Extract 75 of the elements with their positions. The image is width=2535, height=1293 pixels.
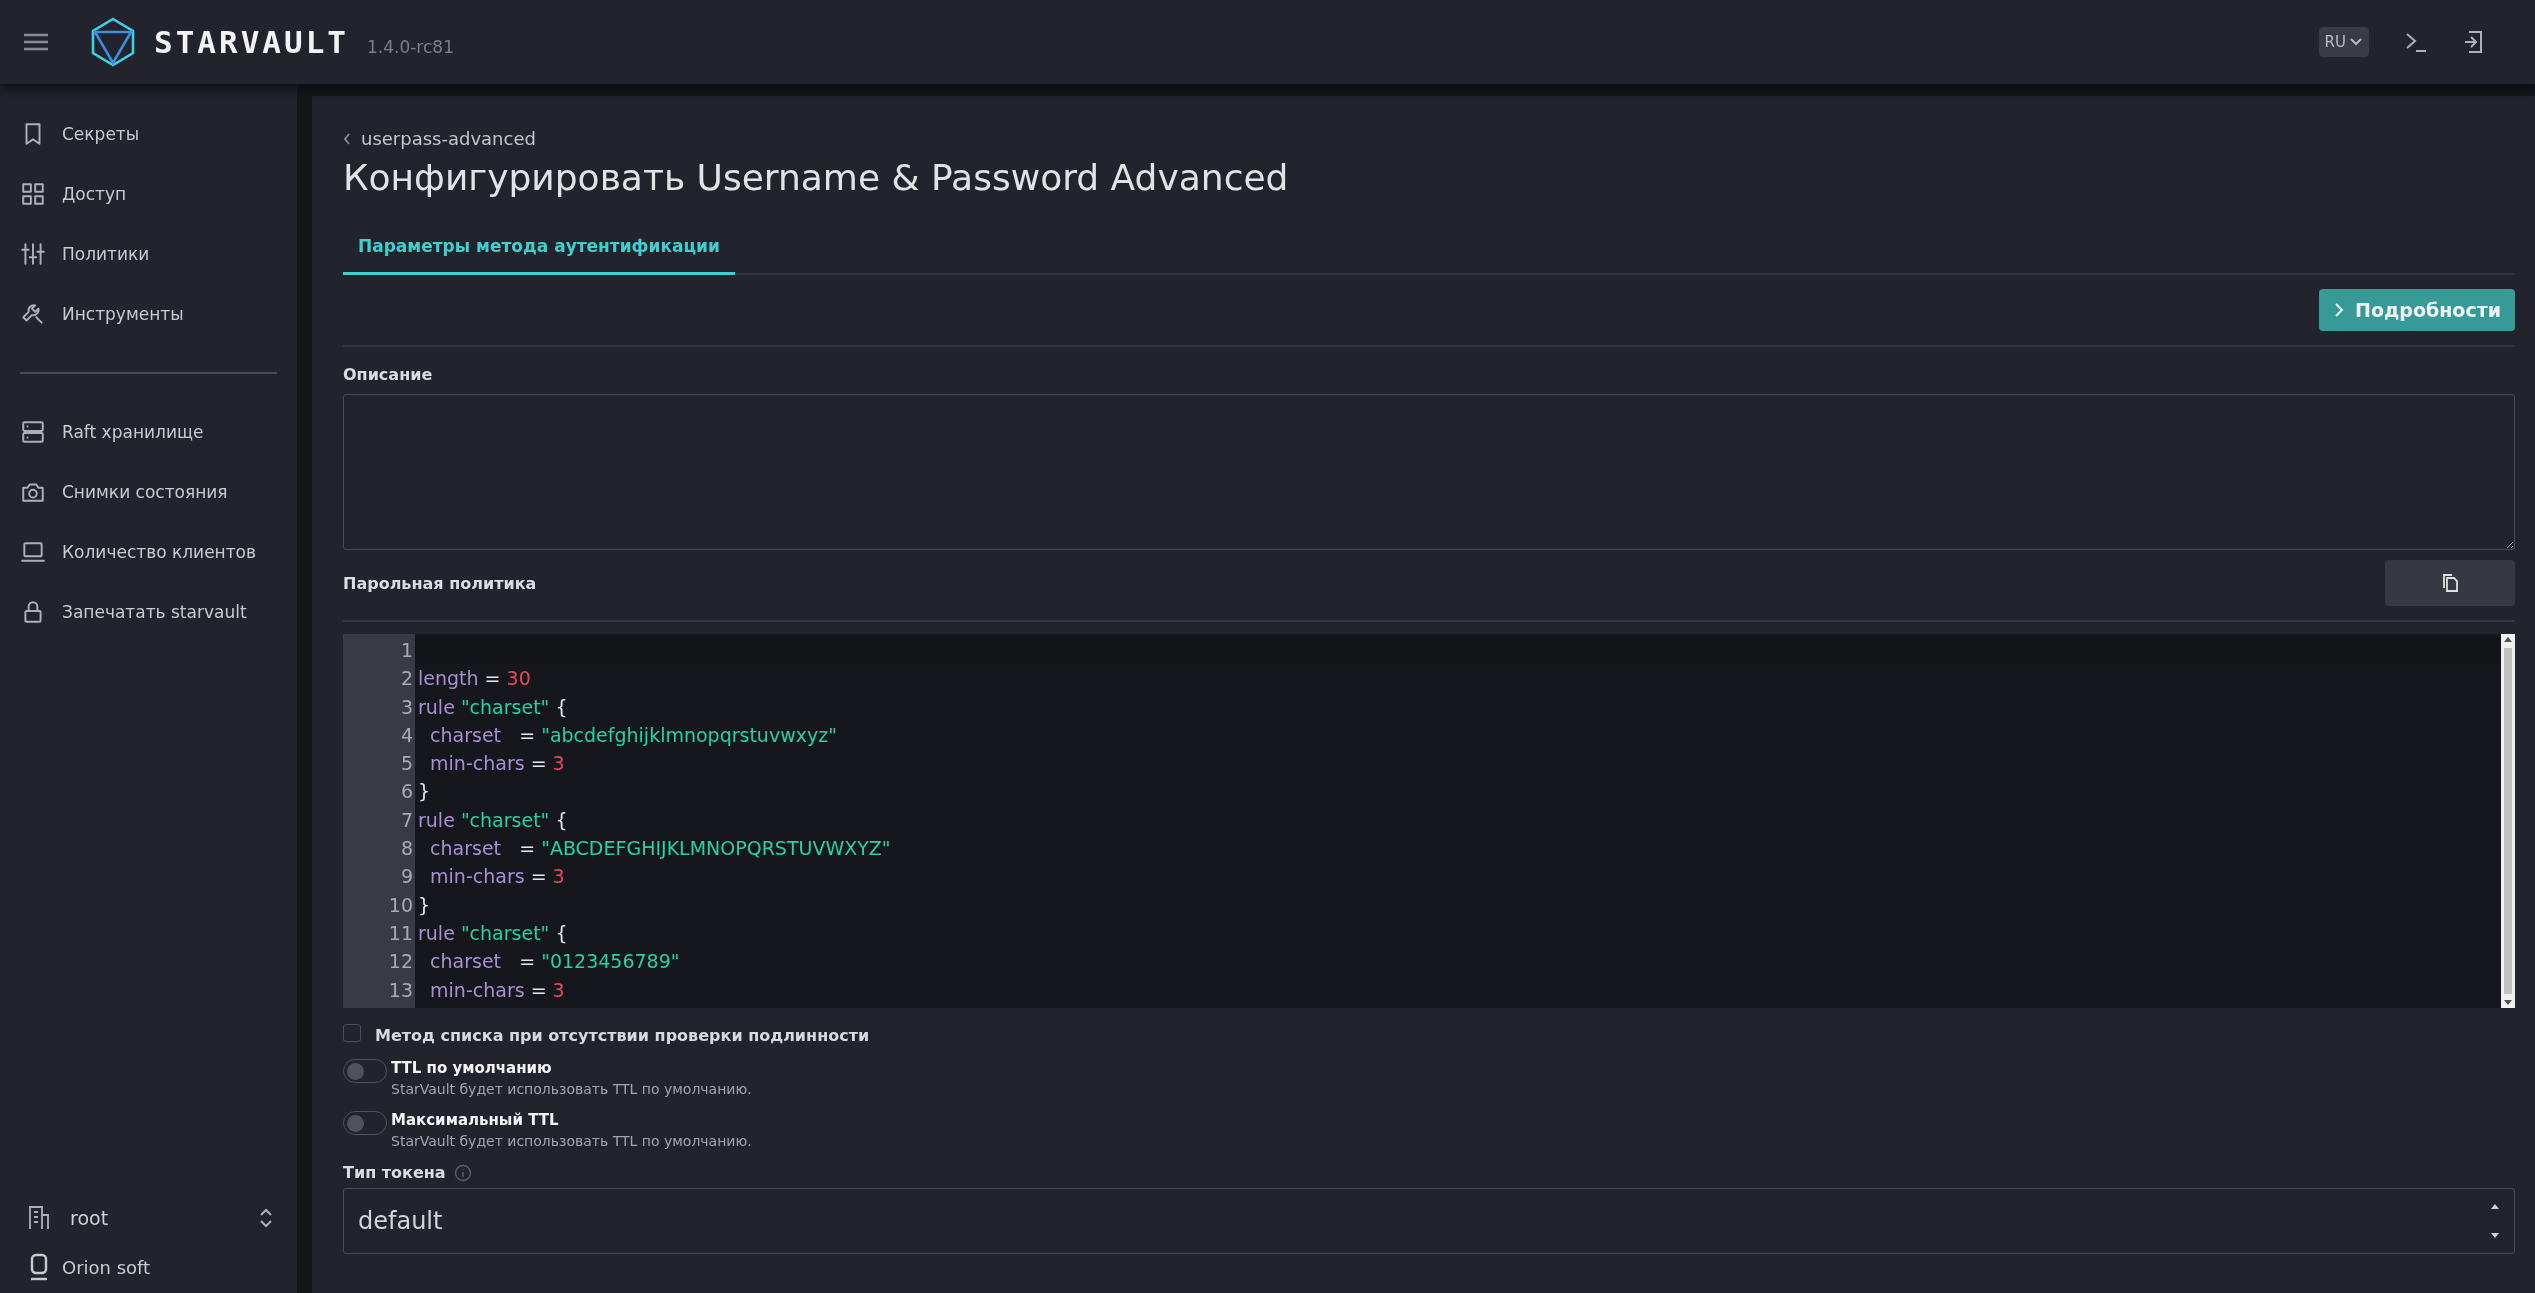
line-number: 10	[387, 892, 414, 918]
field-label: Парольная политика	[343, 573, 537, 593]
line-number: 1	[399, 638, 414, 663]
code-line: rule "charset" {	[417, 920, 569, 946]
language-select[interactable]: RU	[2318, 27, 2369, 57]
sidebar-item[interactable]: Секреты	[0, 104, 297, 164]
sidebar-item[interactable]: Запечатать starvault	[0, 582, 297, 642]
field-label: Тип токена	[343, 1163, 446, 1182]
brand-name: STARVAULT	[154, 24, 349, 60]
line-number: 13	[387, 977, 414, 1003]
line-number: 5	[399, 751, 414, 777]
info-icon	[453, 1163, 472, 1182]
organization-icon	[28, 1253, 50, 1281]
code-line: min-chars = 3	[429, 977, 566, 1003]
line-number: 3	[399, 694, 414, 720]
line-number: 6	[399, 779, 414, 805]
token-type-select[interactable]: default	[343, 1188, 2515, 1254]
scrollbar[interactable]	[2501, 634, 2515, 1008]
organization-name: Orion soft	[62, 1256, 151, 1278]
version-label: 1.4.0-rc81	[367, 37, 454, 57]
sidebar-item[interactable]: Инструменты	[0, 284, 297, 344]
grid-icon	[20, 181, 46, 207]
line-number: 9	[399, 864, 414, 890]
code-line: length = 30	[417, 666, 532, 692]
line-number: 7	[399, 807, 414, 833]
line-number: 4	[399, 722, 414, 748]
namespace-selector[interactable]: root	[28, 1205, 273, 1231]
toggle-switch[interactable]	[343, 1059, 387, 1083]
toggle-label: TTL по умолчанию	[391, 1059, 553, 1077]
chevron-left-icon	[343, 132, 351, 145]
sidebar-item[interactable]: Доступ	[0, 164, 297, 224]
tab[interactable]: Параметры метода аутентификации	[343, 222, 735, 275]
copy-button[interactable]	[2385, 560, 2515, 606]
code-line: min-chars = 3	[429, 864, 566, 890]
laptop-icon	[20, 539, 46, 565]
toggle-switch[interactable]	[343, 1111, 387, 1135]
sidebar-item[interactable]: Количество клиентов	[0, 522, 297, 582]
scroll-up-icon[interactable]	[2504, 636, 2512, 642]
code-line: }	[417, 892, 432, 918]
code-line: charset = "0123456789"	[429, 949, 681, 975]
server-icon	[20, 419, 46, 445]
menu-icon[interactable]	[22, 32, 50, 52]
code-line: }	[417, 779, 432, 805]
terminal-icon[interactable]	[2405, 31, 2427, 53]
line-number: 11	[387, 920, 414, 946]
field-label: Описание	[343, 365, 434, 384]
line-number: 8	[399, 836, 414, 862]
sidebar-item[interactable]: Политики	[0, 224, 297, 284]
sliders-icon	[20, 241, 46, 267]
page-title: Конфигурировать Username & Password Advanced	[343, 157, 1290, 198]
description-field[interactable]	[343, 394, 2515, 550]
sidebar-item[interactable]: Снимки состояния	[0, 462, 297, 522]
wrench-icon	[20, 301, 46, 327]
building-icon	[28, 1205, 50, 1231]
scroll-down-icon[interactable]	[2504, 1000, 2512, 1006]
logo-icon	[90, 17, 136, 67]
logout-icon[interactable]	[2463, 30, 2483, 54]
chevron-down-icon	[2349, 37, 2363, 47]
code-line: rule "charset" {	[417, 807, 569, 833]
breadcrumb-link[interactable]: userpass-advanced	[343, 128, 536, 149]
copy-icon	[2441, 573, 2459, 593]
code-line: charset = "ABCDEFGHIJKLMNOPQRSTUVWXYZ"	[429, 836, 892, 862]
toggle-hint: StarVault будет использовать TTL по умолчанию.	[391, 1133, 752, 1149]
code-line: min-chars = 3	[429, 751, 566, 777]
checkbox[interactable]	[343, 1024, 361, 1042]
toggle-hint: StarVault будет использовать TTL по умолчанию.	[391, 1081, 752, 1097]
line-number: 2	[399, 666, 414, 692]
checkbox-label: Метод списка при отсутствии проверки подлинности	[375, 1026, 870, 1045]
code-line: rule "charset" {	[417, 694, 569, 720]
up-down-chevron-icon	[259, 1208, 273, 1228]
sidebar-item[interactable]: Raft хранилище	[0, 402, 297, 462]
line-number: 12	[387, 949, 414, 975]
toggle-label: Максимальный TTL	[391, 1111, 560, 1129]
chevron-right-icon	[2333, 301, 2345, 319]
code-line: charset = "abcdefghijklmnopqrstuvwxyz"	[429, 722, 838, 748]
